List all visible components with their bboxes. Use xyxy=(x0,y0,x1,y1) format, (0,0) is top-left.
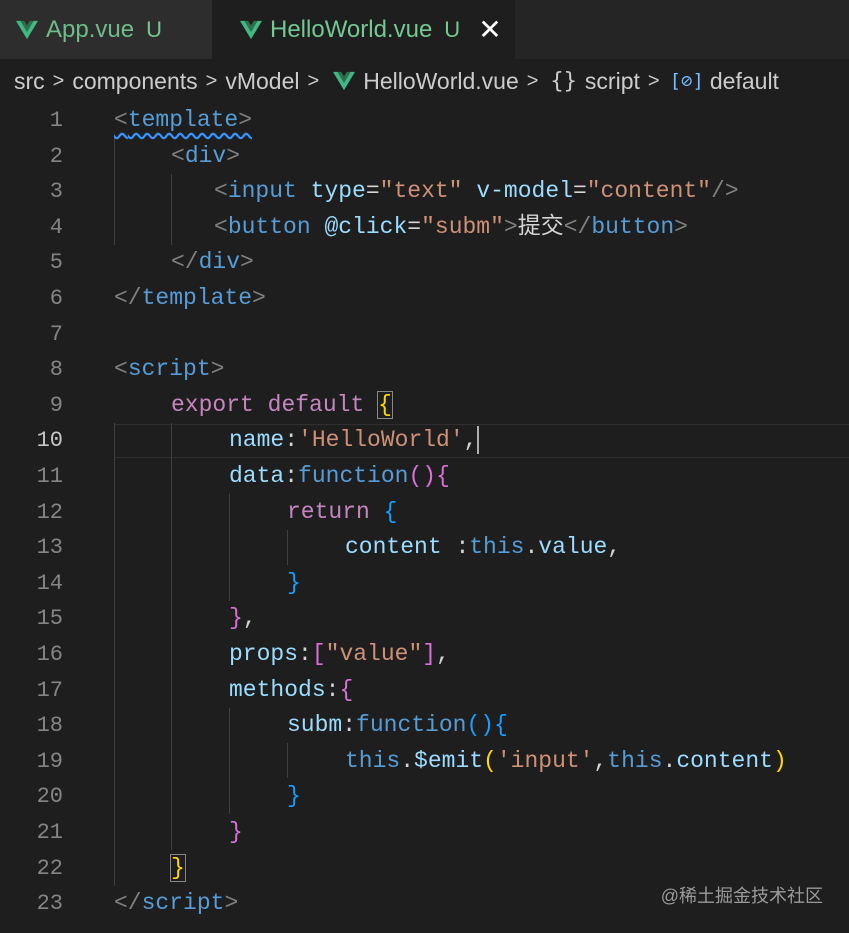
line-number: 5 xyxy=(49,250,63,276)
line-number: 8 xyxy=(49,357,63,383)
watermark: @稀土掘金技术社区 xyxy=(660,886,823,906)
untracked-badge: U xyxy=(444,16,461,42)
chevron-right-icon: > xyxy=(647,69,660,92)
symbol-variable-icon: [⊘] xyxy=(669,70,704,92)
braces-icon: {} xyxy=(550,68,577,94)
code-line-5: </div> xyxy=(171,249,254,276)
code-line-10: name:'HelloWorld', xyxy=(229,426,480,455)
code-line-17: methods:{ xyxy=(229,676,354,703)
code-editor[interactable]: 1 2 3 4 5 6 7 8 9 10 11 12 13 14 15 16 1… xyxy=(0,103,849,933)
line-number: 1 xyxy=(49,108,63,133)
tab-bar: App.vue U HelloWorld.vue U ✕ xyxy=(0,0,849,59)
breadcrumb-script[interactable]: script xyxy=(585,68,640,95)
text-cursor xyxy=(477,426,480,455)
code-line-13: content :this.value, xyxy=(345,534,622,561)
chevron-right-icon: > xyxy=(52,69,65,92)
line-number: 18 xyxy=(36,713,63,739)
line-number: 3 xyxy=(49,179,63,205)
line-number: 6 xyxy=(49,286,63,311)
tab-label: HelloWorld.vue xyxy=(270,15,433,43)
chevron-right-icon: > xyxy=(205,69,218,92)
line-number: 22 xyxy=(36,855,63,881)
vue-file-icon xyxy=(16,20,38,39)
code-line-22: } xyxy=(170,853,186,882)
chevron-right-icon: > xyxy=(526,69,539,92)
tab-app-vue[interactable]: App.vue U xyxy=(0,0,212,59)
line-number: 11 xyxy=(36,464,63,489)
code-line-1: <template> xyxy=(114,107,253,133)
line-number: 14 xyxy=(36,570,63,596)
breadcrumb-components[interactable]: components xyxy=(72,68,197,95)
line-number: 19 xyxy=(36,748,63,774)
line-number: 16 xyxy=(36,642,63,667)
code-line-16: props:["value"], xyxy=(229,641,450,667)
code-line-12: return { xyxy=(287,498,398,525)
code-line-6: </template> xyxy=(114,285,266,311)
line-number: 23 xyxy=(36,891,63,917)
line-number: 4 xyxy=(49,214,63,240)
breadcrumb-src[interactable]: src xyxy=(14,68,45,95)
line-number: 12 xyxy=(36,499,63,525)
untracked-badge: U xyxy=(146,16,162,42)
tab-label: App.vue xyxy=(46,15,135,43)
code-line-11: data:function(){ xyxy=(229,463,450,489)
breadcrumb: src > components > vModel > HelloWorld.v… xyxy=(0,59,849,103)
code-line-23: </script> xyxy=(114,890,239,917)
code-line-3: <input type="text" v-model="content"/> xyxy=(214,178,739,205)
code-line-18: subm:function(){ xyxy=(287,712,508,739)
breadcrumb-vmodel[interactable]: vModel xyxy=(225,68,299,95)
close-tab-icon[interactable]: ✕ xyxy=(478,15,501,44)
line-number: 20 xyxy=(36,784,63,810)
code-line-4: <button @click="subm">提交</button> xyxy=(214,213,688,240)
tab-helloworld-vue[interactable]: HelloWorld.vue U ✕ xyxy=(212,0,515,59)
line-number: 7 xyxy=(49,321,63,347)
breadcrumb-file[interactable]: HelloWorld.vue xyxy=(363,68,519,95)
line-number: 2 xyxy=(49,143,63,169)
code-line-19: this.$emit('input',this.content) xyxy=(345,747,787,774)
code-line-9: export default { xyxy=(171,390,393,419)
vue-file-icon xyxy=(240,20,262,39)
code-line-2: <div> xyxy=(171,142,241,169)
line-number: 17 xyxy=(36,677,63,703)
line-number: 21 xyxy=(36,820,63,845)
code-line-20: } xyxy=(287,783,301,810)
code-line-14: } xyxy=(287,569,301,596)
line-number-current: 10 xyxy=(36,428,63,454)
vue-file-icon xyxy=(333,71,356,91)
code-line-21: } xyxy=(229,819,243,845)
chevron-right-icon: > xyxy=(307,69,320,92)
line-number: 15 xyxy=(36,606,63,632)
code-line-15: }, xyxy=(229,605,257,632)
line-number: 9 xyxy=(49,392,63,418)
code-line-8: <script> xyxy=(114,356,225,383)
breadcrumb-default[interactable]: default xyxy=(710,68,779,95)
line-number: 13 xyxy=(36,535,63,561)
